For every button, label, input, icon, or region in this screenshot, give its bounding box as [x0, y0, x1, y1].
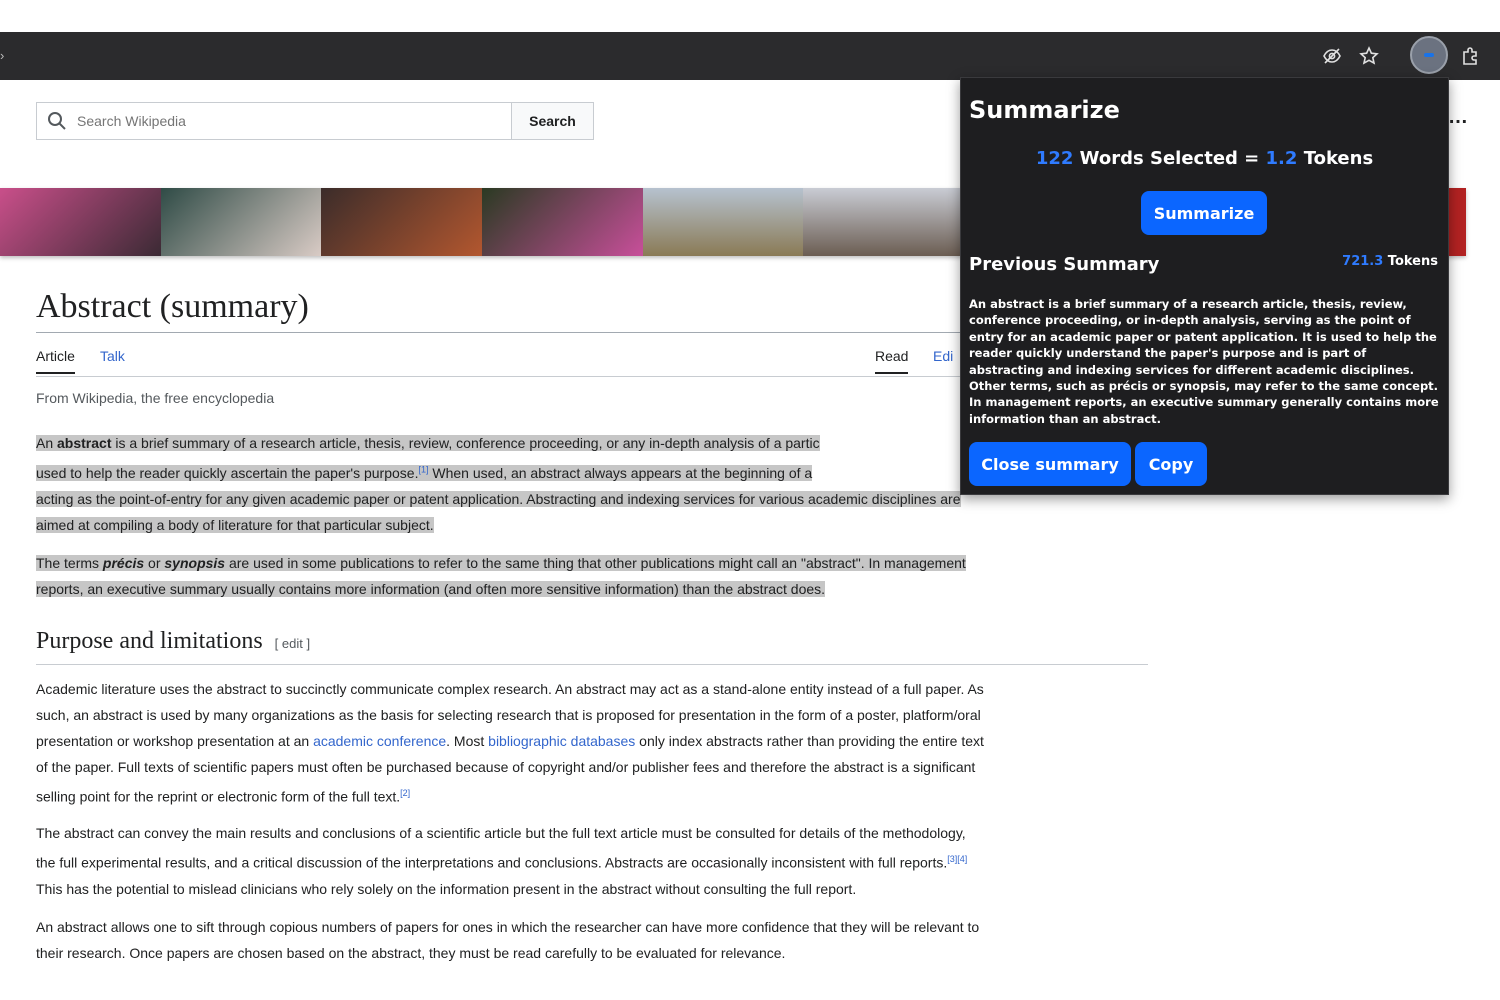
previous-tokens-label: Tokens — [1383, 254, 1438, 269]
banner-tile — [321, 188, 483, 256]
tokens-label: Tokens — [1297, 148, 1374, 169]
previous-token-count: 721.3 Tokens — [1342, 254, 1438, 269]
text: aimed at compiling a body of literature … — [36, 516, 434, 533]
section-title: Purpose and limitations — [36, 628, 263, 654]
conveys-paragraph: The abstract can convey the main results… — [36, 820, 1148, 902]
star-icon[interactable] — [1355, 42, 1383, 70]
section-edit-link[interactable]: [ edit ] — [275, 636, 310, 651]
extension-badge — [1424, 53, 1434, 57]
text: or — [144, 555, 165, 571]
text: This has the potential to mislead clinic… — [36, 880, 857, 897]
bold-term: précis — [102, 555, 145, 571]
banner-tile — [642, 188, 804, 256]
copy-button[interactable]: Copy — [1135, 442, 1207, 486]
bold-term: synopsis — [164, 555, 226, 571]
text: reports, an executive summary usually co… — [36, 581, 826, 597]
text: An — [36, 435, 58, 451]
banner-tile — [482, 188, 643, 256]
text: their research. Once papers are chosen b… — [36, 945, 786, 961]
text: are used in some publications to refer t… — [225, 555, 966, 571]
toolbar-edge-icon: › — [0, 48, 5, 63]
text: The abstract can convey the main results… — [36, 825, 966, 841]
text: the full experimental results, and a cri… — [36, 854, 948, 871]
selection-stats: 122 Words Selected = 1.2 Tokens — [961, 148, 1448, 169]
text: . Most — [446, 733, 489, 749]
text: The terms — [36, 555, 103, 571]
previous-summary-text: An abstract is a brief summary of a rese… — [969, 297, 1439, 426]
page-title: Abstract (summary) — [36, 288, 309, 325]
reference-link[interactable]: [2] — [400, 788, 410, 798]
puzzle-icon[interactable] — [1456, 42, 1484, 70]
text: of the paper. Full texts of scientific p… — [36, 759, 976, 775]
summarize-popup: Summarize 122 Words Selected = 1.2 Token… — [960, 77, 1449, 495]
section-heading: Purpose and limitations [ edit ] — [36, 628, 310, 655]
text: such, an abstract is used by many organi… — [36, 707, 981, 723]
banner-close-area[interactable] — [1446, 188, 1467, 256]
summarize-button[interactable]: Summarize — [1141, 191, 1267, 235]
text: only index abstracts rather than providi… — [635, 733, 984, 749]
bold-term: abstract — [57, 435, 112, 451]
browser-toolbar: › — [0, 32, 1500, 80]
text: presentation or workshop presentation at… — [36, 733, 314, 749]
terms-paragraph: The terms précis or synopsis are used in… — [36, 550, 1148, 602]
tab-read[interactable]: Read — [875, 348, 909, 374]
popup-title: Summarize — [969, 96, 1120, 124]
previous-summary-title: Previous Summary — [969, 254, 1160, 275]
close-summary-button[interactable]: Close summary — [969, 442, 1131, 486]
purpose-paragraph: Academic literature uses the abstract to… — [36, 676, 1148, 810]
search-field[interactable] — [37, 103, 511, 139]
tab-talk[interactable]: Talk — [100, 348, 125, 372]
text: When used, an abstract always appears at… — [428, 464, 813, 481]
text: acting as the point-of-entry for any giv… — [36, 490, 961, 507]
section-divider — [36, 664, 1148, 665]
previous-tokens-value: 721.3 — [1342, 254, 1384, 269]
wiki-search: Search — [36, 102, 594, 140]
banner-tile — [0, 188, 161, 256]
words-label: Words Selected = — [1073, 148, 1266, 169]
word-count: 122 — [1035, 148, 1074, 169]
tab-edit[interactable]: Edi — [933, 348, 953, 372]
more-menu-icon[interactable]: … — [1448, 106, 1469, 129]
text: used to help the reader quickly ascertai… — [36, 464, 419, 481]
banner-tile — [160, 188, 322, 256]
text: An abstract allows one to sift through c… — [36, 919, 980, 935]
token-count: 1.2 — [1265, 148, 1298, 169]
reference-link[interactable]: [3][4] — [947, 854, 967, 864]
text: Academic literature uses the abstract to… — [36, 681, 984, 697]
search-icon — [48, 112, 66, 130]
eye-off-icon[interactable] — [1318, 42, 1346, 70]
extension-icon[interactable] — [1410, 36, 1448, 74]
academic-conference-link[interactable]: academic conference — [313, 733, 446, 749]
search-button[interactable]: Search — [511, 103, 593, 139]
tagline: From Wikipedia, the free encyclopedia — [36, 390, 275, 406]
banner-tile — [803, 188, 965, 256]
sift-paragraph: An abstract allows one to sift through c… — [36, 914, 1148, 966]
text: is a brief summary of a research article… — [111, 435, 820, 451]
reference-link[interactable]: [1] — [418, 464, 428, 474]
tab-article[interactable]: Article — [36, 348, 75, 374]
search-input[interactable] — [75, 112, 479, 130]
text: selling point for the reprint or electro… — [36, 788, 401, 805]
bibliographic-databases-link[interactable]: bibliographic databases — [488, 733, 635, 749]
